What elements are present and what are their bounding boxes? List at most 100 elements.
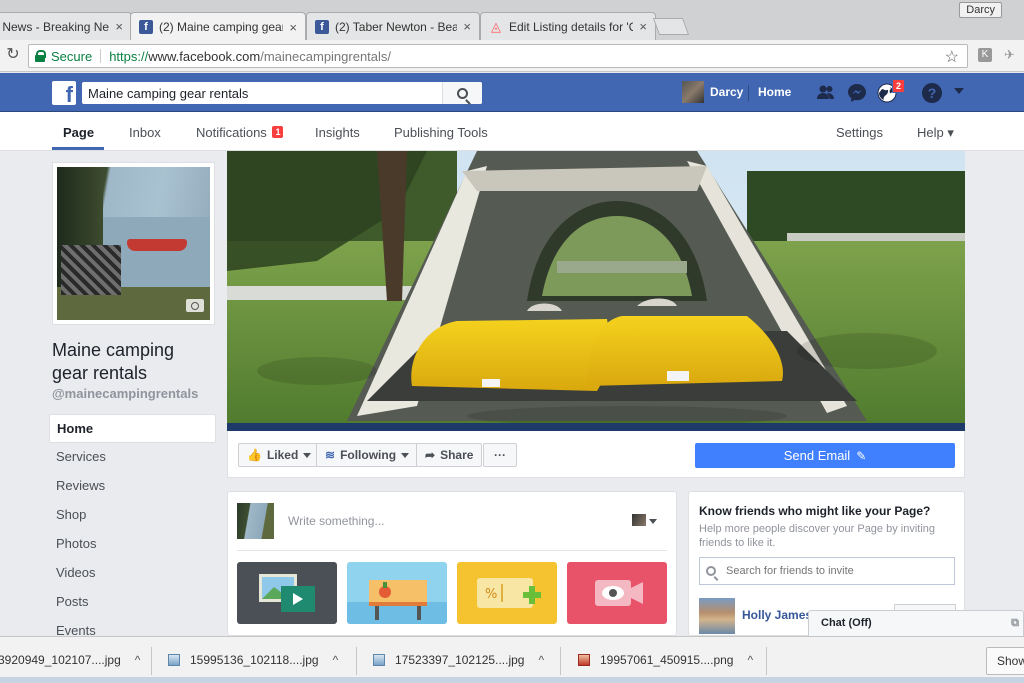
chevron-up-icon[interactable]: ^ — [538, 653, 544, 667]
nav-item-services[interactable]: Services — [49, 443, 216, 472]
nav-item-photos[interactable]: Photos — [49, 530, 216, 559]
page-title[interactable]: Maine camping gear rentals — [52, 339, 217, 385]
invite-search-input[interactable] — [726, 565, 954, 577]
thumbs-up-icon: 👍 — [247, 448, 262, 462]
browser-tab-news[interactable]: r News - Breaking New × — [0, 12, 132, 40]
ellipsis-icon: ··· — [494, 448, 506, 462]
browser-toolbar: ↻ Secure https:// www.facebook.com /main… — [0, 40, 1024, 72]
invite-card-description: Help more people discover your Page by i… — [699, 523, 936, 549]
following-button[interactable]: ≋ Following — [316, 443, 419, 467]
extension-2-icon[interactable]: ✈ — [1004, 48, 1018, 62]
composer-input[interactable]: Write something... — [288, 514, 384, 528]
share-button[interactable]: ➦ Share — [416, 443, 483, 467]
extension-icon[interactable]: K — [978, 48, 992, 62]
cover-photo[interactable] — [227, 151, 965, 431]
tab-close-icon[interactable]: × — [463, 19, 471, 34]
avatar[interactable] — [699, 598, 735, 634]
profile-picture — [57, 167, 210, 320]
coupon-icon: % — [477, 578, 541, 608]
chevron-up-icon[interactable]: ^ — [333, 653, 339, 667]
png-file-icon — [578, 654, 590, 666]
nav-item-videos[interactable]: Videos — [49, 559, 216, 588]
offer-tile[interactable] — [347, 562, 447, 624]
chevron-down-icon[interactable] — [649, 519, 657, 524]
notifications-count-badge: 1 — [272, 126, 284, 138]
home-link[interactable]: Home — [758, 85, 791, 99]
browser-profile-button[interactable]: Darcy — [959, 2, 1002, 18]
pencil-icon: ✎ — [856, 448, 867, 463]
new-tab-button[interactable] — [652, 18, 690, 35]
camera-icon[interactable] — [186, 299, 204, 312]
facebook-logo-icon[interactable]: f — [52, 81, 76, 107]
liked-button[interactable]: 👍 Liked — [238, 443, 321, 467]
browser-tab-airbnb[interactable]: ◬ Edit Listing details for 'Ca × — [480, 12, 656, 40]
chat-sidebar-bar[interactable]: Chat (Off) ⧉ — [808, 610, 1024, 636]
tab-close-icon[interactable]: × — [639, 19, 647, 34]
download-filename: 19957061_450915....png — [600, 653, 734, 667]
nav-item-reviews[interactable]: Reviews — [49, 472, 216, 501]
help-icon[interactable]: ? — [922, 83, 942, 103]
search-input[interactable] — [82, 82, 442, 104]
post-composer: Write something... % — [227, 491, 677, 636]
search-icon — [457, 87, 468, 99]
page-management-tabs: Page Inbox Notifications 1 Insights Publ… — [0, 112, 1024, 151]
url-host: www.facebook.com — [148, 48, 261, 64]
chevron-up-icon[interactable]: ^ — [747, 653, 753, 667]
shop-offer-icon — [347, 580, 447, 624]
friend-requests-icon[interactable] — [815, 82, 837, 104]
divider — [356, 647, 357, 675]
downloads-shelf: 3920949_102107....jpg ^ 15995136_102118.… — [0, 636, 1024, 683]
divider — [748, 85, 749, 101]
tab-inbox[interactable]: Inbox — [129, 125, 161, 140]
tab-page[interactable]: Page — [63, 125, 94, 140]
messenger-icon[interactable] — [846, 82, 868, 104]
audience-avatar-icon[interactable] — [632, 514, 646, 526]
bookmark-star-icon[interactable]: ☆ — [945, 47, 959, 67]
page-left-nav: Home Services Reviews Shop Photos Videos… — [49, 414, 216, 646]
avatar — [237, 503, 274, 539]
lock-icon — [35, 50, 46, 62]
tab-notifications[interactable]: Notifications 1 — [196, 125, 284, 140]
friend-name-link[interactable]: Holly James — [742, 608, 812, 622]
tab-notifications-label: Notifications — [196, 125, 267, 140]
nav-item-posts[interactable]: Posts — [49, 588, 216, 617]
send-email-button[interactable]: Send Email ✎ — [695, 443, 955, 468]
nav-item-shop[interactable]: Shop — [49, 501, 216, 530]
download-item[interactable]: 3920949_102107....jpg ^ — [0, 646, 140, 674]
show-all-downloads-button[interactable]: Show — [986, 647, 1024, 675]
url-protocol: https:// — [109, 48, 149, 64]
address-bar[interactable]: Secure https:// www.facebook.com /mainec… — [28, 44, 968, 68]
liked-label: Liked — [266, 448, 299, 462]
chat-status-label: Chat (Off) — [821, 617, 872, 629]
tab-close-icon[interactable]: × — [289, 20, 297, 35]
chat-popout-icon[interactable]: ⧉ — [1011, 611, 1019, 636]
search-button[interactable] — [442, 82, 482, 104]
tab-insights[interactable]: Insights — [315, 125, 360, 140]
download-item[interactable]: 15995136_102118....jpg ^ — [168, 646, 338, 674]
coupon-tile[interactable]: % — [457, 562, 557, 624]
notification-badge: 2 — [892, 79, 906, 93]
page-username[interactable]: @mainecampingrentals — [52, 386, 198, 401]
download-item[interactable]: 17523397_102125....jpg ^ — [373, 646, 544, 674]
share-arrow-icon: ➦ — [425, 448, 436, 462]
live-video-tile[interactable] — [567, 562, 667, 624]
tab-settings[interactable]: Settings — [836, 125, 883, 140]
tab-publishing-tools[interactable]: Publishing Tools — [394, 125, 488, 140]
photo-video-tile[interactable] — [237, 562, 337, 624]
more-options-button[interactable]: ··· — [483, 443, 517, 467]
active-tab-indicator — [52, 147, 104, 150]
profile-picture-frame[interactable] — [52, 162, 215, 325]
facebook-favicon-icon: f — [139, 20, 153, 34]
chevron-up-icon[interactable]: ^ — [135, 653, 141, 667]
browser-tab-taber-newton[interactable]: f (2) Taber Newton - Beau × — [306, 12, 480, 40]
tab-help[interactable]: Help ▾ — [917, 125, 954, 141]
tab-title: (2) Taber Newton - Beau — [335, 19, 458, 34]
reload-icon[interactable]: ↻ — [4, 46, 22, 64]
download-item[interactable]: 19957061_450915....png ^ — [578, 646, 753, 674]
tab-title: r News - Breaking New — [0, 19, 110, 34]
browser-tab-maine-camping[interactable]: f (2) Maine camping gear r × — [130, 12, 306, 41]
profile-link[interactable]: Darcy — [682, 81, 743, 103]
account-menu-caret-icon[interactable] — [954, 88, 964, 94]
nav-item-home[interactable]: Home — [49, 414, 216, 443]
tab-close-icon[interactable]: × — [115, 19, 123, 34]
